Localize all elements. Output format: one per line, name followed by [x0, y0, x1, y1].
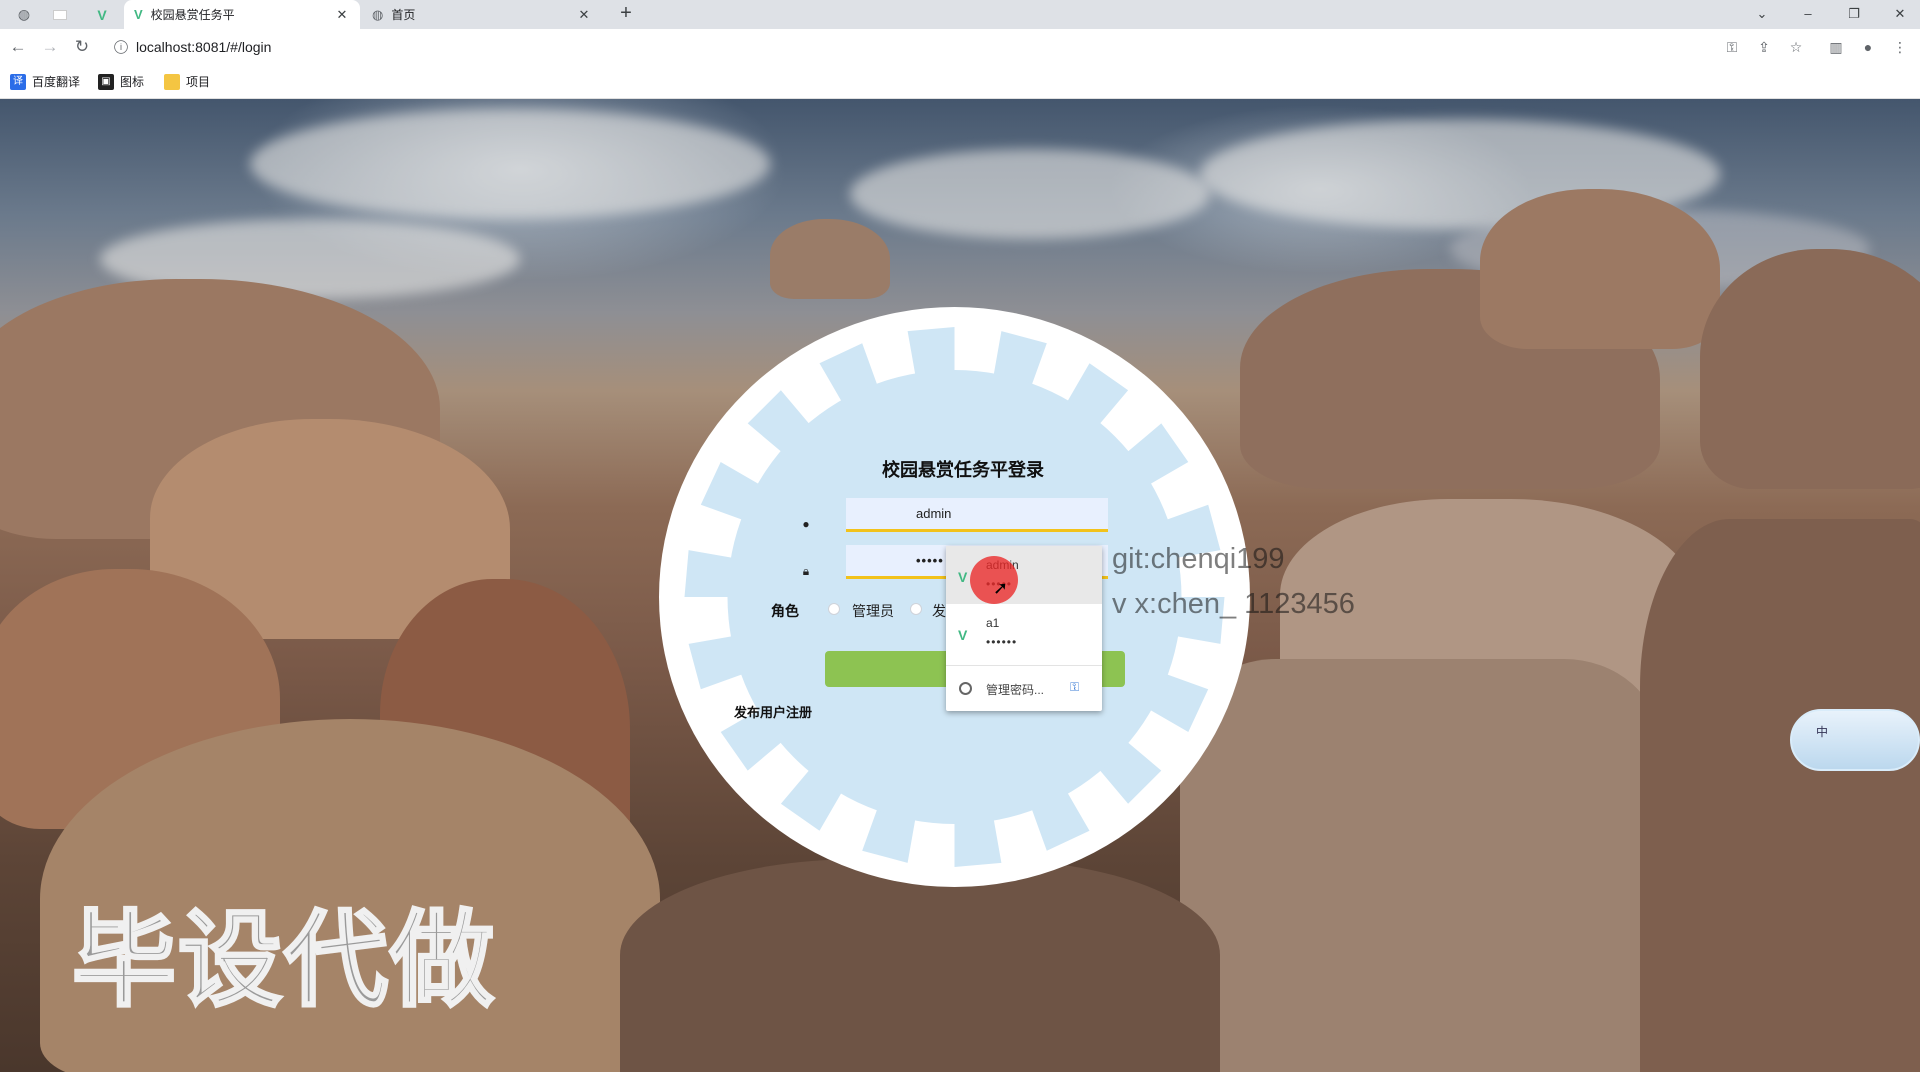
- image-icon: ▣: [98, 73, 114, 90]
- bookmark-label: 百度翻译: [32, 75, 81, 89]
- minimize-button[interactable]: –: [1786, 0, 1830, 29]
- tab-title: 校园悬赏任务平: [150, 8, 235, 22]
- role-radio-admin[interactable]: [828, 603, 840, 615]
- rock-formation: [1640, 519, 1920, 1072]
- folder-icon: [164, 73, 180, 90]
- back-arrow-icon[interactable]: ←: [6, 35, 30, 59]
- register-link[interactable]: 发布用户注册: [734, 702, 812, 721]
- new-tab-button[interactable]: +: [614, 0, 638, 29]
- mouse-cursor-icon: ➚: [993, 578, 1009, 598]
- wechat-watermark: v x:chen_ 1123456: [1112, 588, 1355, 620]
- watermark-text: 毕设代做: [70, 898, 497, 1023]
- autofill-item[interactable]: V a1 ••••••: [946, 604, 1102, 662]
- globe-icon: ◍: [17, 6, 31, 22]
- password-autofill-dropdown: V admin ••••• V a1 •••••• 管理密码... ⚿: [946, 546, 1102, 711]
- tab-home[interactable]: ◍ 首页 ✕: [362, 0, 602, 29]
- username-input[interactable]: admin: [846, 498, 1108, 532]
- divider: [946, 665, 1102, 666]
- profile-avatar-icon[interactable]: ●: [1858, 37, 1878, 57]
- forward-arrow-icon[interactable]: →: [38, 35, 62, 59]
- role-radio-admin-label[interactable]: 管理员: [852, 601, 894, 621]
- bookmark-baidu-translate[interactable]: 译 百度翻译: [10, 73, 80, 90]
- bookmark-icons[interactable]: ▣ 图标: [98, 73, 144, 90]
- vue-logo-icon: V: [958, 627, 968, 643]
- pinned-tab-vue[interactable]: V: [88, 0, 116, 29]
- restore-button[interactable]: ❐: [1832, 0, 1876, 29]
- key-icon: ⚿: [1070, 680, 1080, 694]
- bookmarks-bar: 译 百度翻译 ▣ 图标 项目: [0, 65, 1920, 99]
- menu-kebab-icon[interactable]: ⋮: [1890, 37, 1910, 57]
- translate-icon: 译: [10, 73, 26, 90]
- role-radio-publisher-label[interactable]: 发: [932, 601, 946, 621]
- autofill-password: ••••••: [986, 635, 1018, 649]
- vue-logo-icon: V: [97, 6, 107, 23]
- tab-search-chevron-down-icon[interactable]: ⌄: [1740, 0, 1784, 29]
- bookmark-label: 图标: [120, 75, 145, 89]
- cloud: [850, 149, 1210, 239]
- reload-icon[interactable]: ↻: [70, 35, 94, 59]
- role-radio-publisher[interactable]: [910, 603, 922, 615]
- rock-formation: [770, 219, 890, 299]
- user-icon: ●: [802, 517, 810, 531]
- tab-login[interactable]: V 校园悬赏任务平 ✕: [124, 0, 360, 29]
- ime-mode-label: 中: [1816, 725, 1829, 739]
- ime-toolbar[interactable]: 中: [1790, 709, 1920, 771]
- tab-title: 首页: [391, 8, 416, 22]
- address-bar[interactable]: i localhost:8081/#/login: [106, 33, 1796, 61]
- tab-strip: ◍ V V 校园悬赏任务平 ✕ ◍ 首页 ✕ + ⌄ – ❐ ✕: [0, 0, 1920, 29]
- window-close-button[interactable]: ✕: [1878, 0, 1920, 29]
- star-icon[interactable]: ☆: [1786, 37, 1806, 57]
- vue-logo-icon: V: [134, 7, 143, 22]
- blank-page-icon: [53, 9, 67, 20]
- bookmark-label: 项目: [186, 75, 211, 89]
- pinned-tab-globe[interactable]: ◍: [10, 0, 38, 29]
- share-icon[interactable]: ⇪: [1754, 37, 1774, 57]
- close-icon[interactable]: ✕: [334, 7, 350, 23]
- rock-formation: [1180, 659, 1660, 1072]
- bookmark-projects[interactable]: 项目: [164, 73, 210, 90]
- browser-toolbar: ← → ↻ i localhost:8081/#/login ⚿ ⇪ ☆ ▥ ●…: [0, 29, 1920, 65]
- side-panel-icon[interactable]: ▥: [1826, 37, 1846, 57]
- settings-icon: [959, 682, 972, 695]
- autofill-username: a1: [986, 616, 1000, 630]
- url-text: localhost:8081/#/login: [136, 39, 272, 55]
- pinned-tab-blank[interactable]: [46, 0, 74, 29]
- globe-icon: ◍: [372, 6, 384, 22]
- key-icon[interactable]: ⚿: [1722, 37, 1742, 57]
- close-icon[interactable]: ✕: [576, 7, 592, 23]
- rock-formation: [620, 859, 1220, 1072]
- cloud: [250, 109, 770, 219]
- rock-formation: [1480, 189, 1720, 349]
- manage-passwords-link[interactable]: 管理密码...: [986, 681, 1044, 698]
- lock-icon: 🔒︎: [802, 564, 810, 578]
- git-watermark: git:chenqi199: [1112, 543, 1285, 575]
- rock-formation: [1700, 249, 1920, 489]
- site-info-icon[interactable]: i: [114, 40, 128, 54]
- login-title: 校园悬赏任务平登录: [882, 460, 1044, 480]
- role-label: 角色: [771, 603, 799, 619]
